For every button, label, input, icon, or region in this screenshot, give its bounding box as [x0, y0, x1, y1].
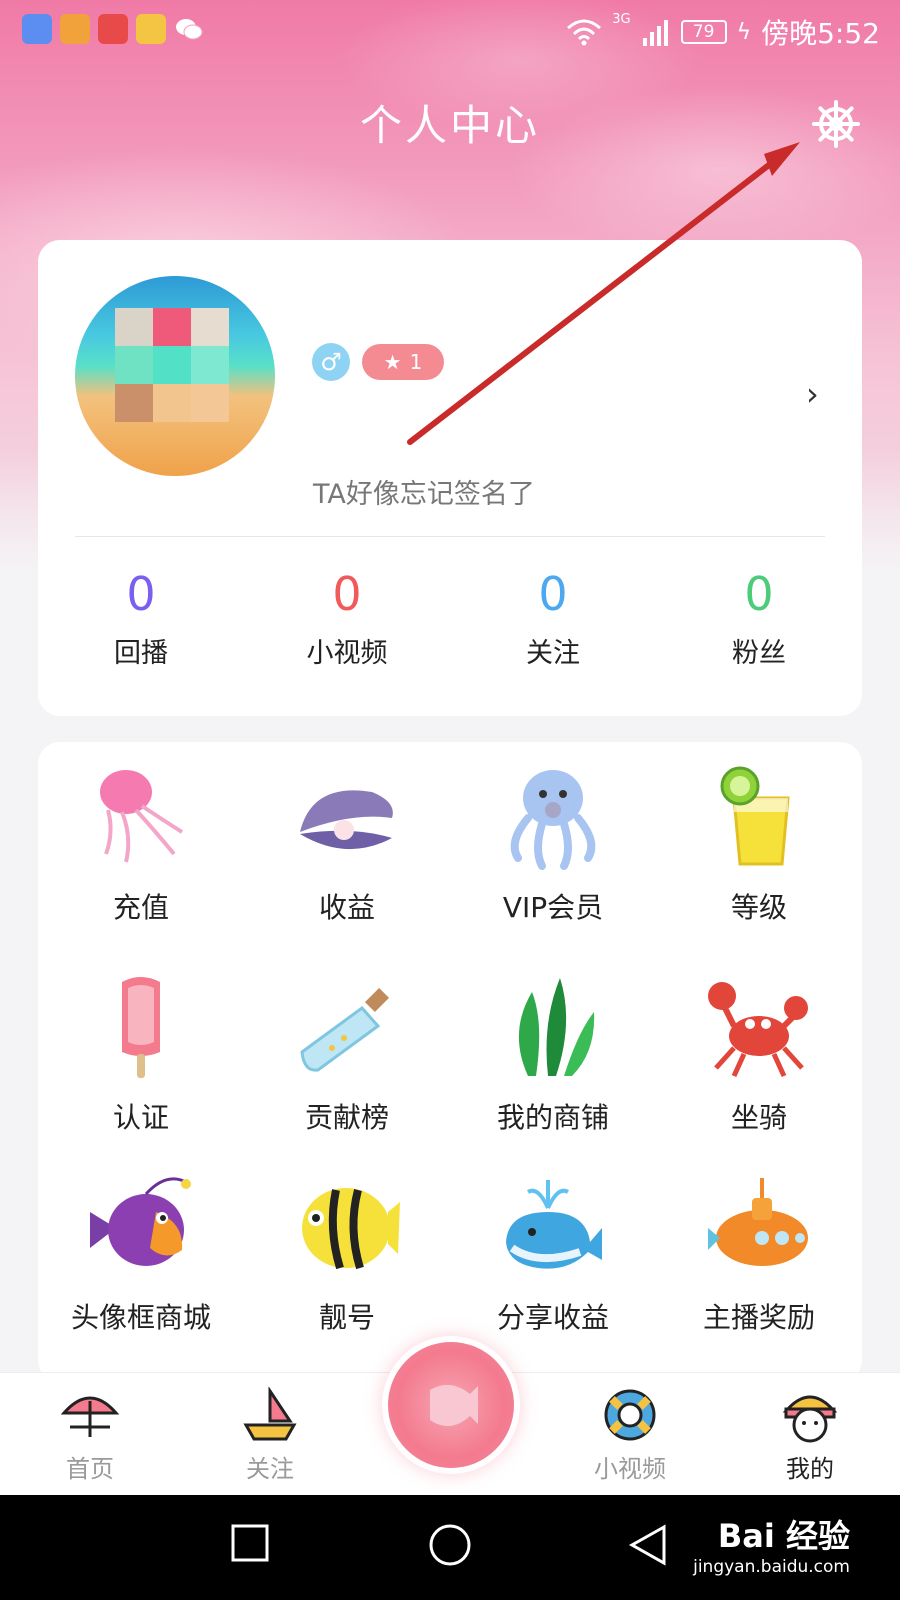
- charging-icon: ϟ: [736, 19, 752, 45]
- baidu-jingyan-watermark: Bai 经验 jingyan.baidu.com: [693, 1511, 850, 1577]
- wifi-icon: [567, 19, 602, 46]
- menu-label: 我的商铺: [496, 1101, 609, 1134]
- package-app-icon: [60, 14, 90, 44]
- jellyfish-icon: [100, 770, 184, 863]
- menu-vip[interactable]: VIP会员: [450, 762, 656, 926]
- octopus-icon: [510, 770, 596, 870]
- triangle-back-icon: [628, 1524, 666, 1566]
- menu-earnings[interactable]: 收益: [244, 762, 450, 926]
- clam-pearl-icon: [300, 790, 393, 850]
- menu-avatar-frame-shop[interactable]: 头像框商城: [38, 1172, 244, 1336]
- tab-label: 小视频: [594, 1455, 666, 1483]
- wechat-icon: [174, 14, 204, 44]
- stat-fans[interactable]: 0 粉丝: [656, 565, 862, 675]
- menu-label: 等级: [730, 891, 787, 924]
- menu-verification[interactable]: 认证: [38, 972, 244, 1136]
- tab-label: 我的: [786, 1455, 834, 1483]
- anglerfish-icon: [90, 1177, 191, 1266]
- signature-text: TA好像忘记签名了: [313, 479, 535, 510]
- profile-card[interactable]: ♂ ★ 1 › TA好像忘记签名了 0 回播 0 小视频 0 关注 0 粉丝: [38, 240, 862, 716]
- divider: [75, 536, 825, 537]
- menu-label: 头像框商城: [70, 1301, 211, 1334]
- system-nav-bar: Bai 经验 jingyan.baidu.com: [0, 1495, 900, 1600]
- watermark-brand: Bai 经验: [717, 1517, 850, 1555]
- tab-mine[interactable]: 我的: [750, 1387, 870, 1484]
- page-title: 个人中心: [359, 101, 540, 150]
- stat-value: 0: [126, 567, 156, 621]
- stat-value: 0: [538, 567, 568, 621]
- browser-app-icon: [22, 14, 52, 44]
- menu-recharge[interactable]: 充值: [38, 762, 244, 926]
- gender-male-badge: ♂: [312, 343, 350, 381]
- crab-icon: [708, 982, 808, 1078]
- menu-my-shop[interactable]: 我的商铺: [450, 972, 656, 1136]
- tab-following[interactable]: 关注: [210, 1387, 330, 1484]
- network-type: 3G: [612, 12, 631, 27]
- clock: 傍晚5:52: [761, 17, 880, 50]
- menu-label: 收益: [318, 891, 375, 924]
- tab-label: 首页: [66, 1455, 114, 1483]
- square-icon: [231, 1524, 269, 1562]
- stat-label: 粉丝: [732, 638, 786, 669]
- stat-replay[interactable]: 0 回播: [38, 565, 244, 675]
- sailboat-icon: [243, 1387, 297, 1441]
- tab-home[interactable]: 首页: [30, 1387, 150, 1484]
- striped-fish-icon: [302, 1188, 400, 1270]
- back-button[interactable]: [628, 1523, 668, 1571]
- stat-value: 0: [744, 567, 774, 621]
- menu-label: 贡献榜: [304, 1101, 389, 1134]
- ship-wheel-settings-icon: [812, 100, 860, 148]
- menu-label: 坐骑: [730, 1101, 787, 1134]
- signal-icon: [642, 20, 668, 46]
- level-value: 1: [409, 350, 423, 374]
- battery-icon: 79: [680, 20, 727, 44]
- chevron-right-icon[interactable]: ›: [806, 375, 819, 413]
- menu-share-earnings[interactable]: 分享收益: [450, 1172, 656, 1336]
- tab-label: 关注: [246, 1455, 294, 1483]
- stat-following[interactable]: 0 关注: [450, 565, 656, 675]
- home-button[interactable]: [428, 1523, 472, 1571]
- lifebuoy-icon: [604, 1389, 656, 1441]
- recents-button[interactable]: [230, 1523, 270, 1567]
- stats-row: 0 回播 0 小视频 0 关注 0 粉丝: [38, 565, 862, 675]
- beach-umbrella-icon: [60, 1396, 120, 1437]
- reader-app-icon: [136, 14, 166, 44]
- watermark-url: jingyan.baidu.com: [693, 1557, 850, 1577]
- menu-label: 分享收益: [496, 1301, 609, 1334]
- menu-label: 靓号: [318, 1301, 375, 1334]
- fish-play-icon: [430, 1384, 478, 1427]
- menu-level[interactable]: 等级: [656, 762, 862, 926]
- menu-mount[interactable]: 坐骑: [656, 972, 862, 1136]
- sailor-avatar-icon: [782, 1395, 838, 1443]
- menu-label: 充值: [112, 891, 169, 924]
- menu-label: 认证: [112, 1101, 169, 1134]
- stat-short-video[interactable]: 0 小视频: [244, 565, 450, 675]
- whale-icon: [506, 1180, 602, 1269]
- stat-label: 回播: [114, 638, 168, 669]
- popsicle-icon: [122, 977, 160, 1078]
- notification-icons: [22, 14, 204, 44]
- stat-label: 关注: [526, 638, 580, 669]
- menu-label: VIP会员: [502, 891, 604, 924]
- submarine-icon: [708, 1178, 808, 1266]
- status-bar: 3G 79 ϟ 傍晚5:52: [0, 0, 900, 62]
- menu-premium-id[interactable]: 靓号: [244, 1172, 450, 1336]
- lemon-drink-icon: [720, 766, 790, 866]
- center-action-button[interactable]: [388, 1342, 514, 1468]
- menu-streamer-rewards[interactable]: 主播奖励: [656, 1172, 862, 1336]
- circle-icon: [429, 1524, 471, 1566]
- feature-menu-card: 充值 收益 VIP会员 等级 认证 贡献榜 我的商铺 坐骑 头像框商城 靓号 分…: [38, 742, 862, 1382]
- settings-button[interactable]: [810, 98, 862, 150]
- seaweed-icon: [518, 978, 595, 1076]
- menu-label: 主播奖励: [702, 1301, 815, 1334]
- sync-app-icon: [98, 14, 128, 44]
- tab-short-video[interactable]: 小视频: [570, 1387, 690, 1484]
- avatar[interactable]: [75, 276, 275, 476]
- star-icon: ★: [383, 350, 402, 374]
- menu-contribution-rank[interactable]: 贡献榜: [244, 972, 450, 1136]
- message-bottle-icon: [300, 987, 390, 1072]
- level-badge: ★ 1: [362, 344, 444, 380]
- stat-label: 小视频: [306, 638, 388, 669]
- stat-value: 0: [332, 567, 362, 621]
